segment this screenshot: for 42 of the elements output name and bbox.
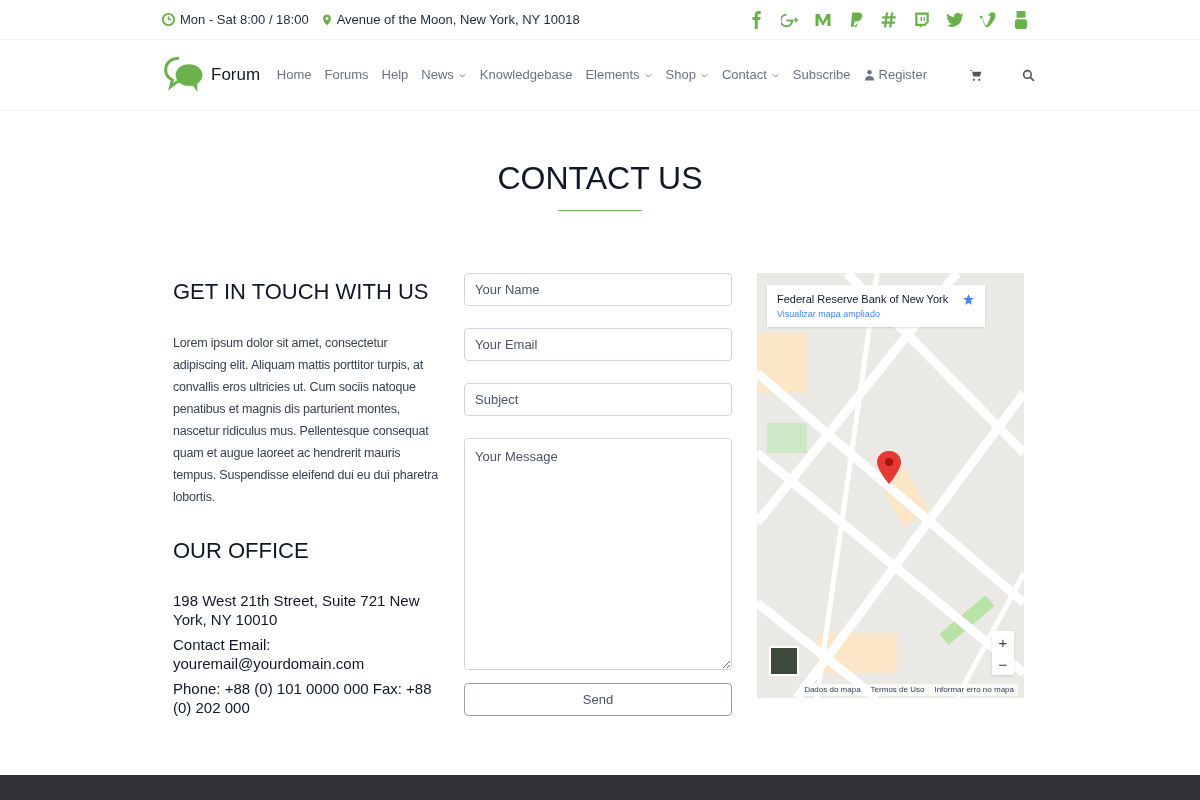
nav-link[interactable]: Forums [324, 65, 369, 85]
input-field[interactable]: Subject [464, 383, 732, 416]
map-footer-link[interactable]: Dados do mapa [804, 684, 861, 696]
zoom-out-button[interactable]: − [992, 653, 1014, 675]
office-detail: Contact Email: youremail@yourdomain.com [173, 635, 366, 673]
office-detail: 198 West 21th Street, Suite 721 New York, NY 10010 [173, 591, 421, 629]
nav-link[interactable]: Contact [721, 65, 780, 85]
chat-bubble-icon[interactable] [913, 10, 931, 29]
message-field[interactable]: Your Message [464, 438, 732, 670]
map-footer-link[interactable]: Informar erro no mapa [934, 684, 1014, 696]
site-name: Forum [211, 64, 261, 87]
search-icon[interactable] [1022, 68, 1035, 82]
clock-icon [161, 12, 176, 27]
input-field[interactable]: Your Name [464, 273, 732, 306]
map-footer-link[interactable]: Termos de Uso [870, 684, 925, 696]
input-field[interactable]: Your Email [464, 328, 732, 361]
intro-paragraph: Lorem ipsum dolor sit amet, consectetur adipiscing elit. Aliquam mattis porttitor turpis, at convallis eros ultricies ut. Cum sociis natoque penatibus et magnis dis parturient montes, nascetur ridiculus mus. Pellentesque consequat quam et augue laoreet ac hendrerit mauris tempus. Suspendisse eleifend dui eu dui pharetra lobortis. [173, 335, 439, 506]
hash-icon[interactable] [880, 10, 898, 29]
map-type-button[interactable] [769, 646, 799, 676]
user-icon [863, 69, 875, 81]
cart-icon[interactable] [969, 68, 982, 82]
place-name: Federal Reserve Bank of New York [777, 292, 949, 307]
map-link[interactable]: Visualizar mapa ampliado [777, 307, 975, 321]
star-icon[interactable] [962, 292, 975, 306]
send-button[interactable]: Send [464, 683, 732, 716]
opening-hours: Mon - Sat 8:00 / 18:00 [180, 10, 309, 29]
office-detail: Phone: +88 (0) 101 0000 000 Fax: +88 (0) 202 000 [173, 679, 433, 717]
page-title: CONTACT US [497, 159, 703, 198]
bird-icon[interactable] [946, 10, 964, 29]
nav-link[interactable]: News [421, 65, 467, 85]
section-heading: OUR OFFICE [173, 537, 310, 565]
address-text: Avenue of the Moon, New York, NY 10018 [336, 10, 580, 29]
nav-link[interactable]: Register [863, 65, 927, 85]
zoom-in-button[interactable]: + [992, 631, 1014, 653]
section-heading: GET IN TOUCH WITH US [173, 278, 430, 306]
nav-link[interactable]: Shop [665, 65, 709, 85]
v-logo-icon[interactable] [979, 10, 997, 29]
nav-link[interactable]: Subscribe [792, 65, 851, 85]
nav-link[interactable]: Home [276, 65, 312, 85]
nav-link[interactable]: Help [381, 65, 409, 85]
nav-link[interactable]: Elements [585, 65, 653, 85]
nav-link[interactable]: Knowledgebase [479, 65, 573, 85]
